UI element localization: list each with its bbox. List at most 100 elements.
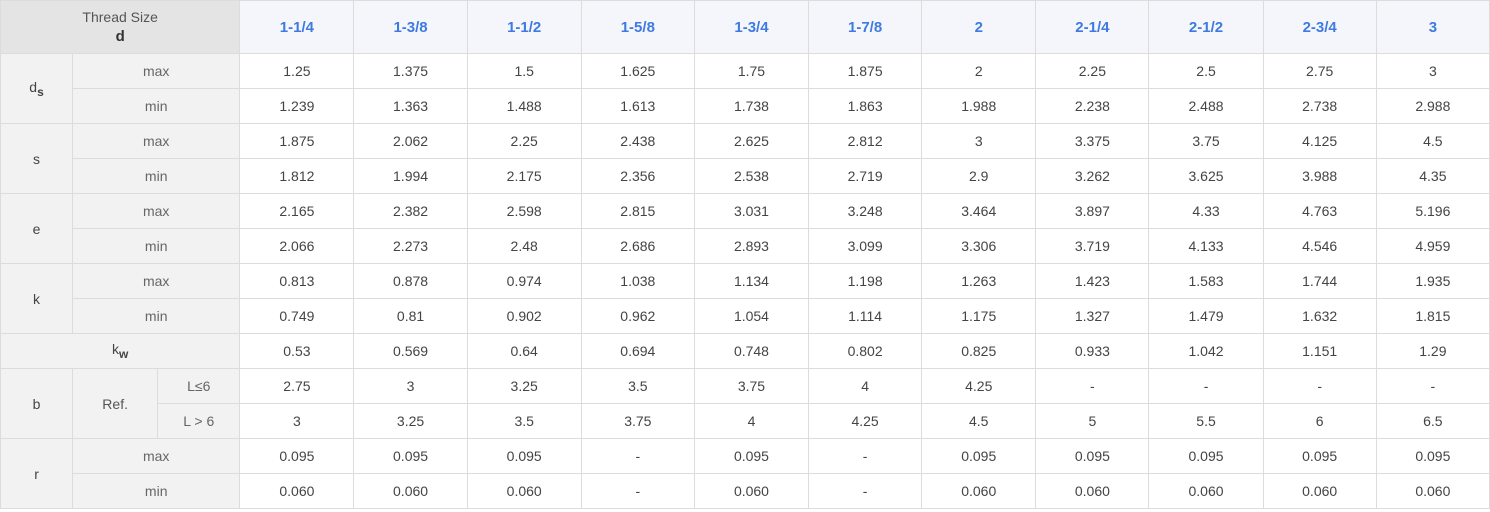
value-cell: 3: [239, 403, 355, 439]
value-cell: 3.306: [921, 228, 1037, 264]
value-cell: 0.902: [466, 298, 582, 334]
value-cell: 0.060: [1375, 473, 1490, 509]
size-header: 2-1/4: [1035, 0, 1150, 54]
value-cell: 2.988: [1375, 88, 1490, 124]
value-cell: 2.356: [580, 158, 695, 194]
value-cell: 4.125: [1262, 123, 1377, 159]
value-cell: 2.488: [1148, 88, 1264, 124]
table-row: r max 0.095 0.095 0.095-0.095-0.095 0.095 0.…: [0, 438, 1490, 509]
value-cell: 1.935: [1375, 263, 1490, 299]
value-cell: 2.273: [353, 228, 468, 264]
value-cell: 1.875: [808, 53, 923, 89]
max-label: max: [72, 53, 241, 89]
table-row: ds max 1.25 1.375 1.5 1.625 1.75 1.875 2 2.25 2.…: [0, 53, 1490, 124]
min-label: min: [72, 88, 241, 124]
value-cell: 1.134: [693, 263, 810, 299]
value-cell: 1.038: [580, 263, 695, 299]
value-cell: 6: [1262, 403, 1377, 439]
size-header: 1-3/4: [693, 0, 810, 54]
value-cell: 0.962: [580, 298, 695, 334]
dimension-table: Thread Size d 1-1/4 1-3/8 1-1/2 1-5/8 1-…: [0, 0, 1490, 509]
value-cell: 3: [921, 123, 1037, 159]
value-cell: 0.825: [921, 333, 1037, 369]
value-cell: -: [808, 473, 923, 509]
value-cell: 1.151: [1262, 333, 1377, 369]
value-cell: 0.813: [239, 263, 355, 299]
value-cell: 1.042: [1148, 333, 1264, 369]
header-row: Thread Size d 1-1/4 1-3/8 1-1/2 1-5/8 1-…: [0, 0, 1490, 54]
value-cell: 5.196: [1375, 193, 1490, 229]
value-cell: 2.686: [580, 228, 695, 264]
max-label: max: [72, 263, 241, 299]
value-cell: 1.583: [1148, 263, 1264, 299]
value-cell: 2.48: [466, 228, 582, 264]
value-cell: 0.933: [1035, 333, 1150, 369]
value-cell: 1.5: [466, 53, 582, 89]
value-cell: 0.095: [1148, 438, 1264, 474]
value-cell: 3.25: [353, 403, 468, 439]
value-cell: 4.33: [1148, 193, 1264, 229]
condition-label: L > 6: [157, 403, 241, 439]
value-cell: -: [808, 438, 923, 474]
value-cell: -: [1148, 368, 1264, 404]
value-cell: 0.095: [466, 438, 582, 474]
value-cell: 0.974: [466, 263, 582, 299]
value-cell: 3.625: [1148, 158, 1264, 194]
value-cell: 4.5: [1375, 123, 1490, 159]
value-cell: 2.75: [1262, 53, 1377, 89]
table-row: b Ref. L≤6 2.75 3 3.25 3.5 3.75 4 4.25- - - -: [0, 368, 1490, 439]
max-label: max: [72, 123, 241, 159]
value-cell: -: [1262, 368, 1377, 404]
value-cell: 2.438: [580, 123, 695, 159]
table-row: kw 0.53 0.569 0.64 0.694 0.748 0.802 0.825 0.93…: [0, 333, 1490, 369]
value-cell: 1.29: [1375, 333, 1490, 369]
value-cell: 1.738: [693, 88, 810, 124]
max-label: max: [72, 193, 241, 229]
value-cell: 3.031: [693, 193, 810, 229]
value-cell: 1.479: [1148, 298, 1264, 334]
value-cell: 6.5: [1375, 403, 1490, 439]
value-cell: 3.897: [1035, 193, 1150, 229]
size-header: 1-7/8: [808, 0, 923, 54]
value-cell: 4.133: [1148, 228, 1264, 264]
value-cell: 4.763: [1262, 193, 1377, 229]
param-e: e: [0, 193, 74, 264]
value-cell: 0.64: [466, 333, 582, 369]
table-row: min 1.239 1.363 1.488 1.613 1.738 1.863 1.988 2…: [1, 88, 1490, 124]
value-cell: 0.095: [921, 438, 1037, 474]
value-cell: 2.25: [466, 123, 582, 159]
value-cell: 1.863: [808, 88, 923, 124]
value-cell: 0.060: [921, 473, 1037, 509]
value-cell: 3.25: [466, 368, 582, 404]
value-cell: 1.239: [239, 88, 355, 124]
value-cell: 0.694: [580, 333, 695, 369]
value-cell: 0.060: [693, 473, 810, 509]
value-cell: 2.238: [1035, 88, 1150, 124]
min-label: min: [72, 228, 241, 264]
ref-label: Ref.: [72, 368, 159, 439]
value-cell: -: [1375, 368, 1490, 404]
value-cell: -: [1035, 368, 1150, 404]
value-cell: 4.25: [808, 403, 923, 439]
size-header: 2-3/4: [1262, 0, 1377, 54]
value-cell: 0.060: [1148, 473, 1264, 509]
thread-size-symbol: d: [115, 28, 125, 45]
value-cell: 3.5: [580, 368, 695, 404]
value-cell: 1.375: [353, 53, 468, 89]
param-name: k: [111, 341, 119, 357]
value-cell: 2.25: [1035, 53, 1150, 89]
value-cell: 2.538: [693, 158, 810, 194]
value-cell: 1.488: [466, 88, 582, 124]
value-cell: 2.719: [808, 158, 923, 194]
value-cell: 2.815: [580, 193, 695, 229]
value-cell: 1.744: [1262, 263, 1377, 299]
value-cell: 2.625: [693, 123, 810, 159]
value-cell: 1.613: [580, 88, 695, 124]
value-cell: 4.25: [921, 368, 1037, 404]
value-cell: 0.095: [1035, 438, 1150, 474]
value-cell: 0.53: [239, 333, 355, 369]
condition-label: L≤6: [157, 368, 241, 404]
value-cell: 3.262: [1035, 158, 1150, 194]
value-cell: 3.988: [1262, 158, 1377, 194]
param-b: b: [0, 368, 74, 439]
